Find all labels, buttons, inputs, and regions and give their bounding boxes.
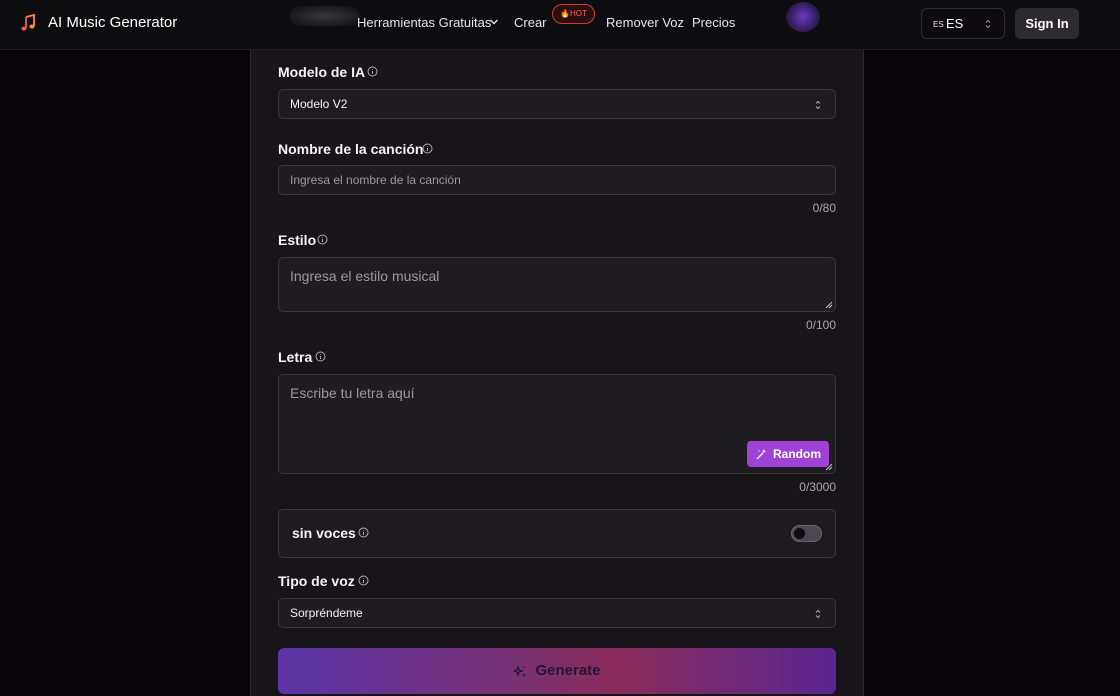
- resize-handle-icon[interactable]: [825, 301, 833, 309]
- select-arrows-icon: [985, 19, 991, 29]
- lyrics-counter: 0/3000: [799, 480, 836, 494]
- song-name-placeholder: Ingresa el nombre de la canción: [290, 173, 461, 187]
- toggle-knob: [794, 528, 805, 539]
- lyrics-label: Letra: [278, 349, 313, 365]
- voice-type-select[interactable]: Sorpréndeme: [278, 598, 836, 628]
- select-arrows-icon: [815, 609, 821, 619]
- nav-remove-voice[interactable]: Remover Voz: [606, 15, 684, 30]
- info-icon[interactable]: [422, 143, 433, 154]
- lyrics-placeholder: Escribe tu letra aquí: [290, 385, 415, 401]
- select-arrows-icon: [815, 100, 821, 110]
- nav-create[interactable]: Crear: [514, 15, 547, 30]
- nav-prices[interactable]: Precios: [692, 15, 735, 30]
- nav-free-tools[interactable]: Herramientas Gratuitas: [357, 15, 491, 30]
- hot-badge: 🔥HOT: [552, 4, 595, 24]
- style-counter: 0/100: [805, 318, 836, 332]
- random-button-label: Random: [773, 447, 821, 461]
- decorative-glow: [290, 6, 360, 26]
- song-name-counter: 0/80: [812, 201, 836, 215]
- voice-type-label: Tipo de voz: [278, 573, 355, 589]
- info-icon[interactable]: [358, 527, 369, 538]
- magic-wand-icon: [756, 449, 767, 460]
- info-icon[interactable]: [317, 234, 328, 245]
- generate-button-label: Generate: [535, 662, 601, 679]
- random-lyrics-button[interactable]: Random: [747, 441, 829, 467]
- language-code: ES: [946, 16, 964, 31]
- style-placeholder: Ingresa el estilo musical: [290, 268, 440, 284]
- brand-name[interactable]: AI Music Generator: [48, 14, 177, 31]
- sparkles-icon: [513, 665, 527, 677]
- info-icon[interactable]: [358, 575, 369, 586]
- flag-label: ES: [933, 20, 944, 29]
- instrumental-label: sin voces: [292, 525, 356, 541]
- model-value: Modelo V2: [290, 97, 348, 111]
- song-name-input[interactable]: Ingresa el nombre de la canción: [278, 165, 836, 195]
- style-label: Estilo: [278, 232, 317, 248]
- model-label: Modelo de IA: [278, 64, 366, 80]
- chevron-down-icon[interactable]: [489, 18, 499, 26]
- model-select[interactable]: Modelo V2: [278, 89, 836, 119]
- voice-type-value: Sorpréndeme: [290, 606, 363, 620]
- generate-button[interactable]: Generate: [278, 648, 836, 694]
- info-icon[interactable]: [367, 66, 378, 77]
- song-name-label: Nombre de la canción: [278, 141, 424, 157]
- top-navigation-bar: AI Music Generator Herramientas Gratuita…: [0, 0, 1120, 50]
- language-select[interactable]: ES ES: [921, 8, 1005, 39]
- decorative-glow: [786, 2, 820, 32]
- music-note-icon[interactable]: [19, 14, 37, 32]
- instrumental-toggle[interactable]: [791, 525, 822, 542]
- sign-in-button[interactable]: Sign In: [1015, 8, 1079, 39]
- style-textarea[interactable]: Ingresa el estilo musical: [278, 257, 836, 312]
- info-icon[interactable]: [315, 351, 326, 362]
